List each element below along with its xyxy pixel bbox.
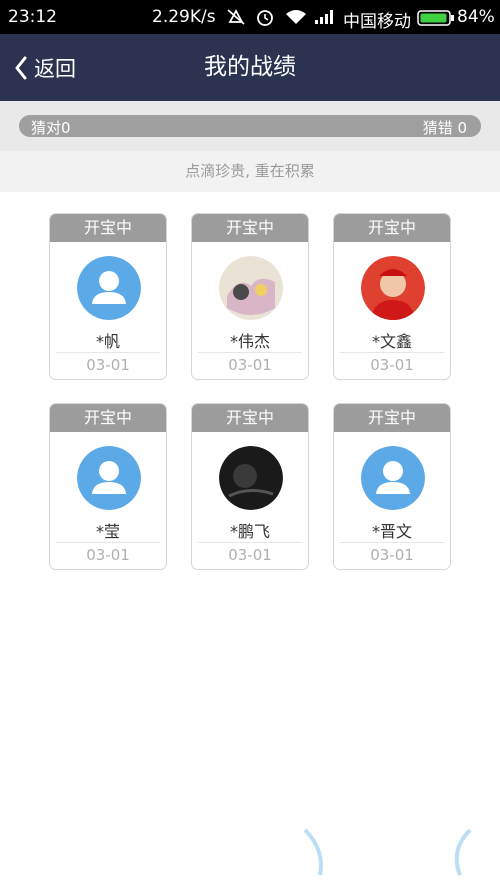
correct-count: 猜对0	[31, 119, 71, 137]
avatar	[361, 256, 425, 320]
card-status: 开宝中	[334, 214, 450, 242]
user-name: *莹	[95, 522, 120, 541]
card-status: 开宝中	[50, 214, 166, 242]
mute-icon	[227, 9, 245, 25]
divider	[56, 542, 160, 543]
user-name: *鹏飞	[229, 522, 270, 541]
card-status: 开宝中	[192, 404, 308, 432]
score-bar: 猜对0 猜错 0	[19, 115, 481, 137]
carrier-name: 中国移动	[343, 12, 411, 32]
record-card[interactable]: 开宝中 *伟杰 03-01	[191, 213, 309, 380]
divider	[340, 542, 444, 543]
battery-percent: 84%	[457, 7, 495, 27]
divider	[198, 352, 302, 353]
avatar	[77, 256, 141, 320]
card-status: 开宝中	[50, 404, 166, 432]
card-status: 开宝中	[192, 214, 308, 242]
nav-bar: 返回 我的战绩	[0, 34, 500, 101]
record-date: 03-01	[370, 356, 414, 374]
record-card[interactable]: 开宝中 *晋文 03-01	[333, 403, 451, 570]
watermark-logo	[300, 820, 490, 880]
avatar	[219, 256, 283, 320]
record-card[interactable]: 开宝中 *鹏飞 03-01	[191, 403, 309, 570]
alarm-icon	[257, 10, 273, 26]
avatar	[77, 446, 141, 510]
status-time: 23:12	[8, 7, 57, 27]
divider	[56, 352, 160, 353]
user-name: *帆	[95, 332, 120, 351]
avatar	[219, 446, 283, 510]
user-name: *晋文	[371, 522, 412, 541]
network-speed: 2.29K/s	[152, 7, 216, 27]
divider	[198, 542, 302, 543]
page-title: 我的战绩	[204, 54, 296, 80]
signal-icon	[315, 10, 333, 24]
record-card[interactable]: 开宝中 *帆 03-01	[49, 213, 167, 380]
record-date: 03-01	[228, 546, 272, 564]
status-bar: 23:12 2.29K/s 中国移动 84%	[0, 0, 500, 34]
user-name: *伟杰	[229, 332, 270, 351]
record-date: 03-01	[228, 356, 272, 374]
score-section: 猜对0 猜错 0	[0, 101, 500, 151]
battery-icon	[417, 10, 454, 26]
user-name: *文鑫	[371, 332, 412, 351]
card-status: 开宝中	[334, 404, 450, 432]
record-card[interactable]: 开宝中 *文鑫 03-01	[333, 213, 451, 380]
record-date: 03-01	[86, 546, 130, 564]
avatar	[361, 446, 425, 510]
motto-text: 点滴珍贵, 重在积累	[0, 151, 500, 192]
wifi-icon	[286, 10, 306, 24]
record-date: 03-01	[86, 356, 130, 374]
wrong-count: 猜错 0	[422, 119, 467, 137]
record-date: 03-01	[370, 546, 414, 564]
divider	[340, 352, 444, 353]
record-card[interactable]: 开宝中 *莹 03-01	[49, 403, 167, 570]
